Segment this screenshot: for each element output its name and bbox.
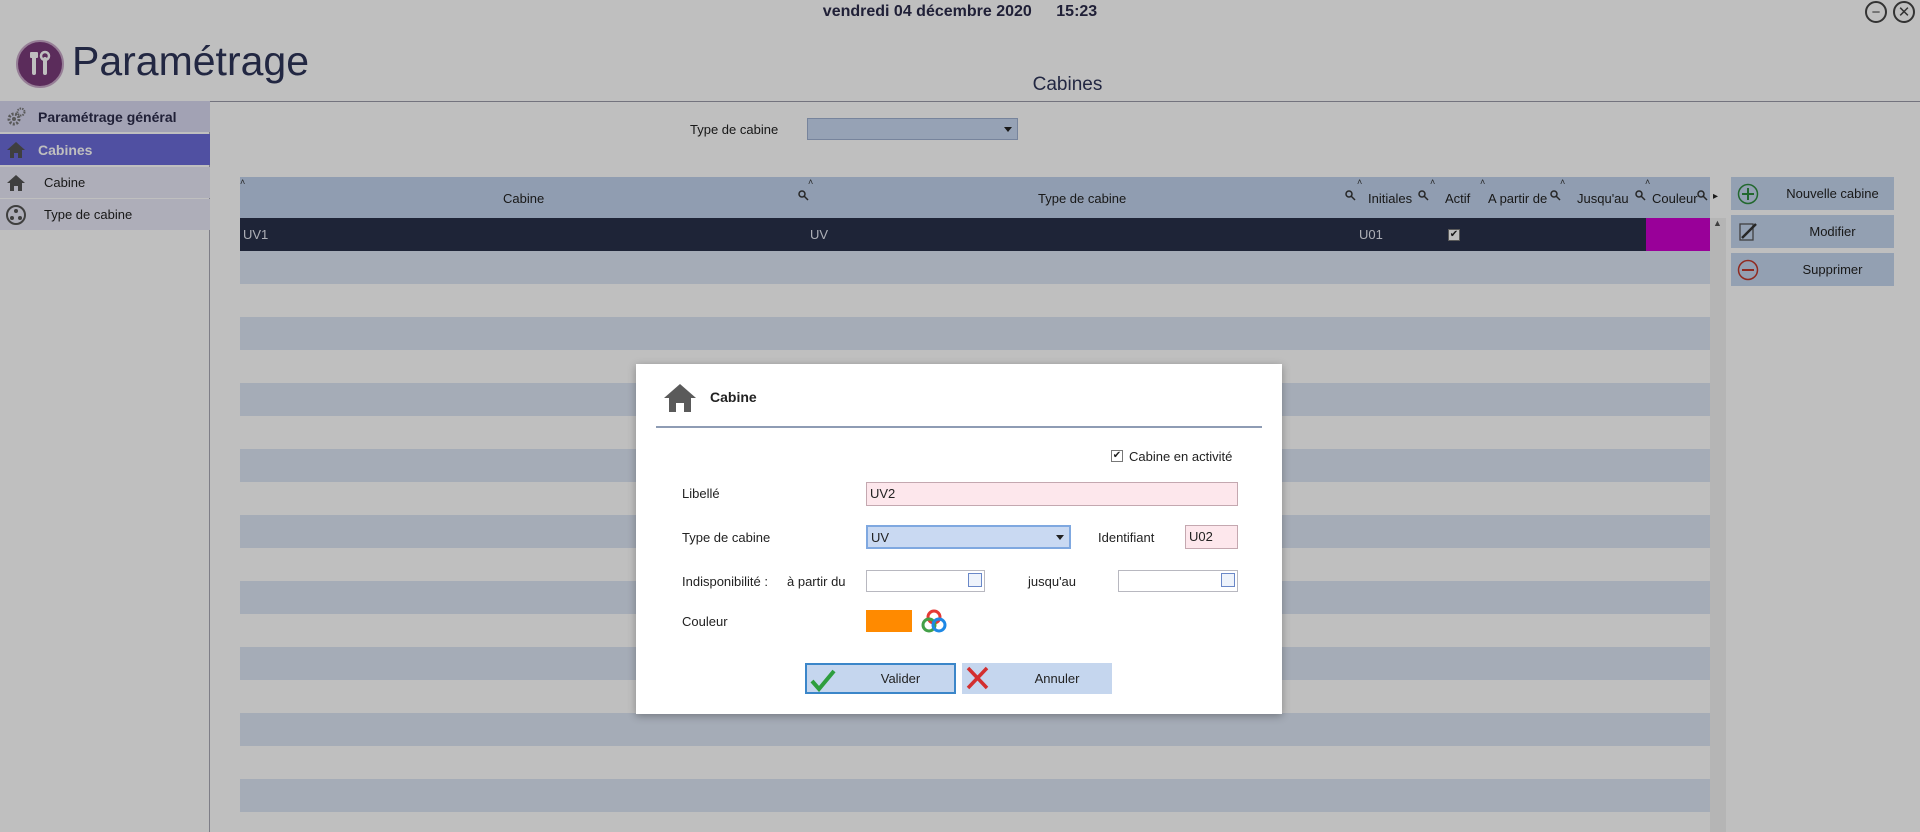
- type-cabine-select[interactable]: UV: [866, 525, 1071, 549]
- button-label: Valider: [880, 671, 921, 686]
- color-swatch[interactable]: [866, 610, 912, 632]
- house-icon: [664, 384, 696, 412]
- to-label: jusqu'au: [1028, 574, 1077, 589]
- from-date-input[interactable]: [866, 570, 985, 592]
- dialog-divider: [656, 426, 1262, 428]
- chevron-down-icon: [1056, 535, 1064, 540]
- dialog-title: Cabine: [710, 389, 757, 405]
- libelle-label: Libellé: [682, 486, 720, 501]
- color-picker-icon[interactable]: [921, 609, 947, 635]
- type-cabine-value: UV: [871, 530, 890, 545]
- to-date-input[interactable]: [1118, 570, 1238, 592]
- from-label: à partir du: [787, 574, 846, 589]
- calendar-icon[interactable]: [968, 573, 982, 587]
- button-label: Annuler: [1034, 671, 1080, 686]
- libelle-input[interactable]: UV2: [866, 482, 1238, 506]
- identifiant-label: Identifiant: [1098, 530, 1155, 545]
- validate-button[interactable]: Valider: [805, 663, 956, 694]
- active-label: Cabine en activité: [1129, 449, 1233, 464]
- couleur-label: Couleur: [682, 614, 728, 629]
- calendar-icon[interactable]: [1221, 573, 1235, 587]
- cancel-button[interactable]: Annuler: [962, 663, 1112, 694]
- cabine-dialog: Cabine ✔ Cabine en activité Libellé UV2 …: [636, 364, 1282, 714]
- type-cabine-label: Type de cabine: [682, 530, 771, 545]
- indisponibilite-label: Indisponibilité :: [682, 574, 768, 589]
- active-checkbox[interactable]: ✔: [1111, 450, 1123, 462]
- check-icon: [810, 669, 836, 692]
- identifiant-input[interactable]: U02: [1185, 525, 1238, 549]
- close-icon: [966, 666, 989, 690]
